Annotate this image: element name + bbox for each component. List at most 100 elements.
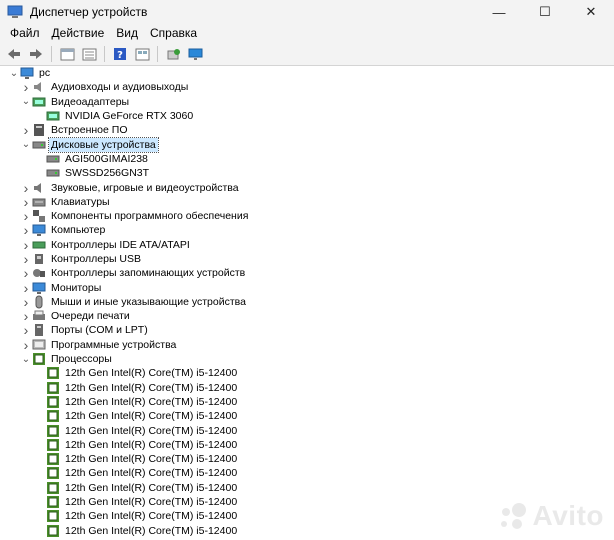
tree-device-item[interactable]: 12th Gen Intel(R) Core(TM) i5-12400 [0,381,614,395]
tree-item-label: Процессоры [51,353,112,366]
tree-device-item[interactable]: AGI500GIMAI238 [0,152,614,166]
tree-category[interactable]: › Клавиатуры [0,194,614,210]
tree-item-label: Контроллеры IDE ATA/ATAPI [51,238,190,251]
collapsed-chevron-icon[interactable]: › [20,280,32,296]
list-icon[interactable] [78,44,100,64]
watermark-text: Avito [532,500,604,531]
back-arrow-icon[interactable] [3,44,25,64]
expanded-chevron-icon[interactable]: ⌄ [20,139,32,151]
expanded-chevron-icon[interactable]: ⌄ [8,67,20,79]
tree-device-item[interactable]: 12th Gen Intel(R) Core(TM) i5-12400 [0,452,614,466]
tree-device-item[interactable]: 12th Gen Intel(R) Core(TM) i5-12400 [0,409,614,423]
collapsed-chevron-icon[interactable]: › [20,180,32,196]
tree-item-label: 12th Gen Intel(R) Core(TM) i5-12400 [65,381,238,394]
tree-category[interactable]: › Порты (COM и LPT) [0,322,614,338]
processor-icon [46,509,60,523]
collapsed-chevron-icon[interactable]: › [20,322,32,338]
toolbar-separator [104,46,105,62]
processor-icon [46,524,60,538]
collapsed-chevron-icon[interactable]: › [20,194,32,210]
display-adapter-icon [46,109,60,123]
collapsed-chevron-icon[interactable]: › [20,237,32,253]
menu-view[interactable]: Вид [110,24,144,43]
tree-item-label: Контроллеры запоминающих устройств [51,267,246,280]
menu-file[interactable]: Файл [4,24,46,43]
computer-icon [20,66,34,80]
tree-category[interactable]: › Контроллеры запоминающих устройств [0,265,614,281]
processor-icon [46,466,60,480]
computer-icon [32,223,46,237]
tree-category[interactable]: › Контроллеры USB [0,251,614,267]
tree-item-label: Клавиатуры [51,195,110,208]
maximize-button[interactable]: ☐ [522,0,568,24]
tree-device-item[interactable]: 12th Gen Intel(R) Core(TM) i5-12400 [0,366,614,380]
tree-category[interactable]: › Мыши и иные указывающие устройства [0,294,614,310]
collapsed-chevron-icon[interactable]: › [20,294,32,310]
collapsed-chevron-icon[interactable]: › [20,308,32,324]
tree-item-label: pc [39,67,51,80]
view-icon[interactable] [131,44,153,64]
sound-icon [32,181,46,195]
collapsed-chevron-icon[interactable]: › [20,251,32,267]
tree-device-item[interactable]: SWSSD256GN3T [0,166,614,180]
collapsed-chevron-icon[interactable]: › [20,79,32,95]
keyboard-icon [32,195,46,209]
tree-category[interactable]: ⌄ Видеоадаптеры [0,95,614,109]
tree-device-item[interactable]: 12th Gen Intel(R) Core(TM) i5-12400 [0,395,614,409]
svg-text:?: ? [117,50,123,61]
tree-category[interactable]: › Встроенное ПО [0,122,614,138]
help-icon[interactable]: ? [109,44,131,64]
collapsed-chevron-icon[interactable]: › [20,265,32,281]
properties-icon[interactable] [56,44,78,64]
toolbar-separator [157,46,158,62]
forward-arrow-icon[interactable] [25,44,47,64]
toolbar-separator [51,46,52,62]
tree-item-label: 12th Gen Intel(R) Core(TM) i5-12400 [65,395,238,408]
tree-category[interactable]: › Очереди печати [0,308,614,324]
tree-device-item[interactable]: 12th Gen Intel(R) Core(TM) i5-12400 [0,481,614,495]
processor-icon [46,452,60,466]
collapsed-chevron-icon[interactable]: › [20,122,32,138]
minimize-button[interactable]: — [476,0,522,24]
software-device-icon [32,338,46,352]
mouse-icon [32,295,46,309]
expanded-chevron-icon[interactable]: ⌄ [20,96,32,108]
tree-root-pc[interactable]: ⌄ pc [0,66,614,80]
tree-device-item[interactable]: 12th Gen Intel(R) Core(TM) i5-12400 [0,438,614,452]
menu-action[interactable]: Действие [46,24,111,43]
tree-item-label: Контроллеры USB [51,253,141,265]
speaker-icon [32,80,46,94]
tree-device-item[interactable]: 12th Gen Intel(R) Core(TM) i5-12400 [0,466,614,480]
tree-category[interactable]: › Аудиовходы и аудиовыходы [0,79,614,95]
collapsed-chevron-icon[interactable]: › [20,337,32,353]
tree-category[interactable]: › Компьютер [0,222,614,238]
collapsed-chevron-icon[interactable]: › [20,208,32,224]
tree-device-item[interactable]: NVIDIA GeForce RTX 3060 [0,109,614,123]
tree-item-label: Дисковые устройства [48,136,159,153]
monitor-icon[interactable] [184,44,206,64]
tree-device-item[interactable]: 12th Gen Intel(R) Core(TM) i5-12400 [0,423,614,437]
close-button[interactable]: ✕ [568,0,614,24]
device-tree[interactable]: ⌄ pc › Аудиовходы и аудиовыходы ⌄ Видеоадапте… [0,66,614,540]
tree-category[interactable]: › Программные устройства [0,337,614,353]
tree-category[interactable]: › Мониторы [0,280,614,296]
tree-category[interactable]: ⌄ Дисковые устройства [0,136,614,153]
processor-icon [46,381,60,395]
tree-category[interactable]: › Компоненты программного обеспечения [0,208,614,224]
expanded-chevron-icon[interactable]: ⌄ [20,353,32,365]
avito-watermark: Avito [497,500,604,532]
tree-category[interactable]: › Контроллеры IDE ATA/ATAPI [0,237,614,253]
scan-icon[interactable] [162,44,184,64]
tree-category[interactable]: › Звуковые, игровые и видеоустройства [0,180,614,196]
collapsed-chevron-icon[interactable]: › [20,222,32,238]
menu-help[interactable]: Справка [144,24,203,43]
tree-category[interactable]: ⌄ Процессоры [0,352,614,366]
